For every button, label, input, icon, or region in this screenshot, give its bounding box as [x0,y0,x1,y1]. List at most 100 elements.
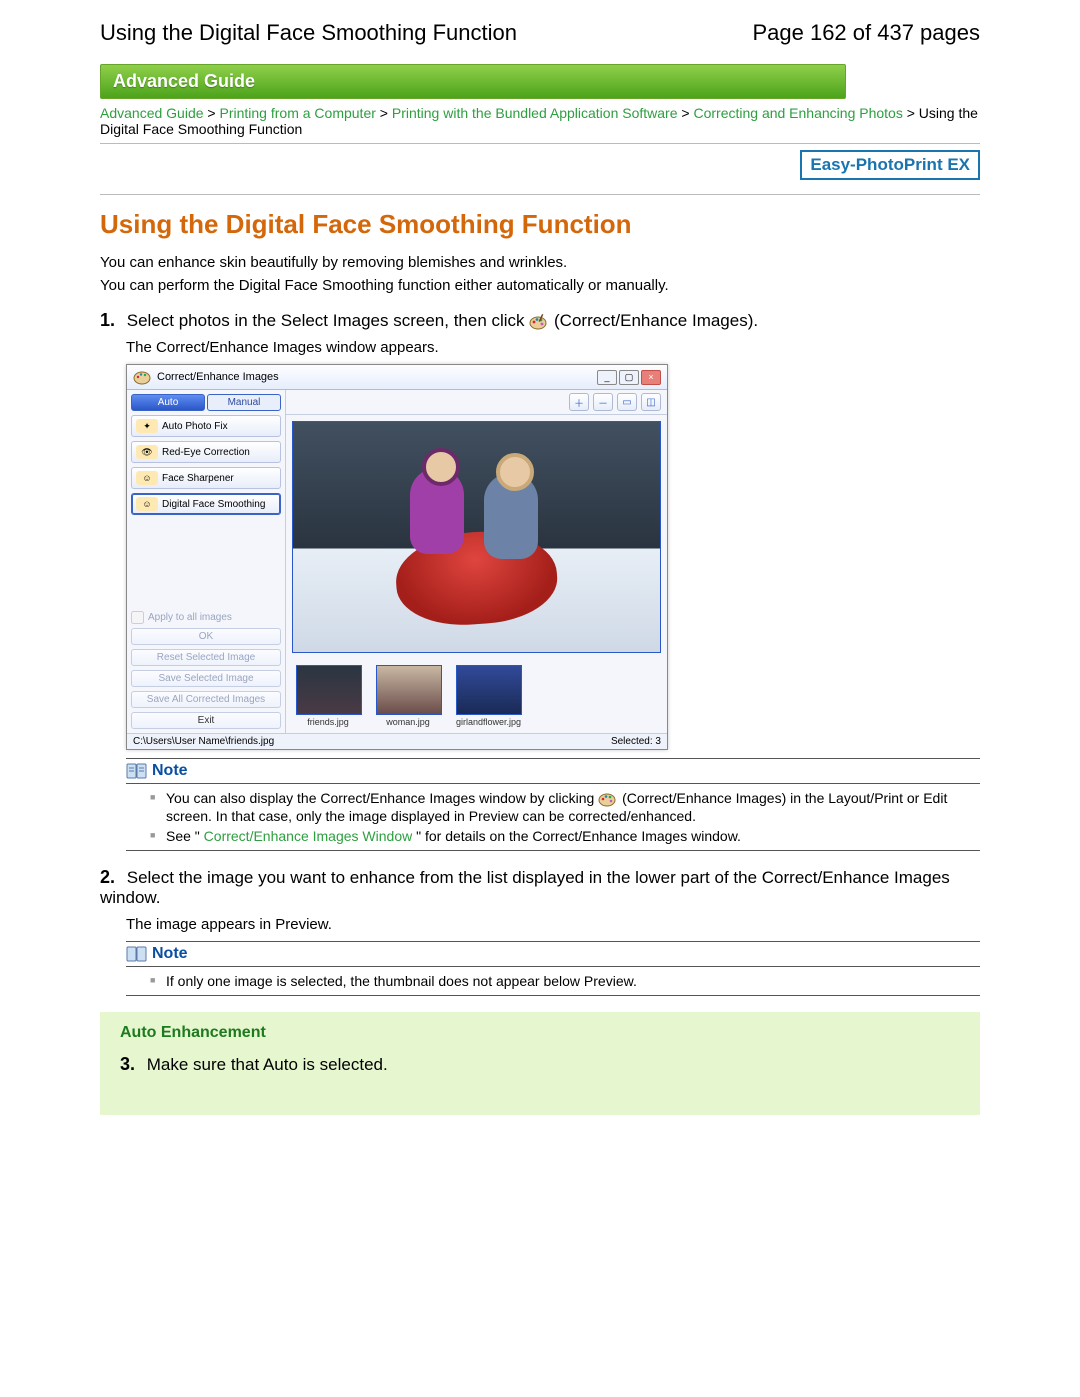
breadcrumb-sep: > [380,105,392,121]
breadcrumb-advanced-guide[interactable]: Advanced Guide [100,105,204,121]
step-number: 3. [120,1054,142,1075]
intro-paragraph-2: You can perform the Digital Face Smoothi… [100,277,980,294]
document-page: Using the Digital Face Smoothing Functio… [50,0,1030,1175]
red-eye-icon: 👁 [136,445,158,459]
thumbnail-item[interactable]: friends.jpg [296,665,360,727]
step-text: Make sure that Auto is selected. [147,1055,388,1074]
page-running-title: Using the Digital Face Smoothing Functio… [100,20,517,46]
page-title: Using the Digital Face Smoothing Functio… [100,209,980,240]
photo-fix-icon: ✦ [136,419,158,433]
preview-toolbar: ＋ － ▭ ◫ [286,390,667,415]
step-number: 1. [100,310,122,331]
breadcrumb-sep: > [207,105,219,121]
button-label: Auto Photo Fix [162,421,228,432]
red-eye-correction-button[interactable]: 👁 Red-Eye Correction [131,441,281,463]
apply-all-input[interactable] [131,611,144,624]
status-selected-count: Selected: 3 [611,736,661,747]
digital-face-smoothing-button[interactable]: ☺ Digital Face Smoothing [131,493,281,515]
thumbnail-filename: friends.jpg [296,717,360,727]
breadcrumb-correcting-photos[interactable]: Correcting and Enhancing Photos [693,105,902,121]
note-header: Note [126,941,980,967]
breadcrumb-bundled-software[interactable]: Printing with the Bundled Application So… [392,105,678,121]
save-selected-button[interactable]: Save Selected Image [131,670,281,687]
note-text: If only one image is selected, the thumb… [166,973,637,989]
tab-manual[interactable]: Manual [207,394,281,411]
note-header: Note [126,758,980,784]
note-list: You can also display the Correct/Enhance… [150,790,980,844]
tab-auto[interactable]: Auto [131,394,205,411]
window-statusbar: C:\Users\User Name\friends.jpg Selected:… [127,733,667,749]
button-label: Face Sharpener [162,473,234,484]
step-description: The image appears in Preview. [126,916,980,933]
note-text: See " [166,828,200,844]
checkbox-label: Apply to all images [148,612,232,623]
thumbnail-image [376,665,442,715]
status-path: C:\Users\User Name\friends.jpg [133,736,274,747]
note-list: If only one image is selected, the thumb… [150,973,980,989]
thumbnail-item[interactable]: woman.jpg [376,665,440,727]
reset-selected-button[interactable]: Reset Selected Image [131,649,281,666]
minimize-button[interactable]: _ [597,370,617,385]
step-text: Select photos in the Select Images scree… [127,311,530,330]
preview-image-placeholder [484,473,538,559]
note-item: You can also display the Correct/Enhance… [150,790,980,824]
intro-paragraph-1: You can enhance skin beautifully by remo… [100,254,980,271]
thumbnail-filename: girlandflower.jpg [456,717,520,727]
note-label: Note [152,762,188,780]
breadcrumb-sep: > [681,105,693,121]
step-description: The Correct/Enhance Images window appear… [126,339,980,356]
thumbnail-item[interactable]: girlandflower.jpg [456,665,520,727]
breadcrumb-sep: > [907,105,919,121]
note-icon [126,946,148,962]
auto-photo-fix-button[interactable]: ✦ Auto Photo Fix [131,415,281,437]
button-label: Red-Eye Correction [162,447,250,458]
note-icon [126,763,148,779]
note-text: You can also display the Correct/Enhance… [166,790,598,806]
button-label: Digital Face Smoothing [162,499,265,510]
palette-icon [529,313,549,331]
window-titlebar: Correct/Enhance Images _ ▢ × [127,365,667,390]
advanced-guide-banner: Advanced Guide [100,64,846,99]
note-text: " for details on the Correct/Enhance Ima… [416,828,741,844]
note-item: If only one image is selected, the thumb… [150,973,980,989]
zoom-in-icon[interactable]: ＋ [569,393,589,411]
face-sharpener-icon: ☺ [136,471,158,485]
breadcrumb-printing-computer[interactable]: Printing from a Computer [220,105,376,121]
step-text: Select the image you want to enhance fro… [100,868,950,907]
step-2: 2. Select the image you want to enhance … [100,867,980,996]
note-end-divider [126,850,980,851]
preview-area [292,421,661,653]
thumbnail-strip: friends.jpg woman.jpg girlandflower.jpg [286,659,667,733]
palette-icon [598,790,618,808]
divider [100,194,980,195]
page-number: Page 162 of 437 pages [752,20,980,46]
fit-window-icon[interactable]: ▭ [617,393,637,411]
correct-enhance-window-link[interactable]: Correct/Enhance Images Window [204,828,413,844]
compare-icon[interactable]: ◫ [641,393,661,411]
preview-image-placeholder [410,468,464,554]
zoom-out-icon[interactable]: － [593,393,613,411]
note-end-divider [126,995,980,996]
exit-button[interactable]: Exit [131,712,281,729]
save-all-corrected-button[interactable]: Save All Corrected Images [131,691,281,708]
auto-enhancement-title: Auto Enhancement [120,1024,960,1042]
apply-all-checkbox[interactable]: Apply to all images [131,611,281,624]
ok-button[interactable]: OK [131,628,281,645]
auto-enhancement-section: Auto Enhancement 3. Make sure that Auto … [100,1012,980,1115]
step-text: (Correct/Enhance Images). [554,311,758,330]
step-number: 2. [100,867,122,888]
face-smoothing-icon: ☺ [136,497,158,511]
close-button[interactable]: × [641,370,661,385]
correct-enhance-window: Correct/Enhance Images _ ▢ × Auto Manual [126,364,668,750]
thumbnail-image [296,665,362,715]
face-sharpener-button[interactable]: ☺ Face Sharpener [131,467,281,489]
breadcrumb: Advanced Guide > Printing from a Compute… [100,105,980,137]
note-item: See " Correct/Enhance Images Window " fo… [150,828,980,844]
palette-icon [133,368,153,386]
maximize-button[interactable]: ▢ [619,370,639,385]
note-label: Note [152,945,188,963]
thumbnail-image [456,665,522,715]
product-badge: Easy-PhotoPrint EX [800,150,980,180]
step-1: 1. Select photos in the Select Images sc… [100,310,980,851]
window-sidebar: Auto Manual ✦ Auto Photo Fix 👁 Red-Eye C… [127,390,286,733]
